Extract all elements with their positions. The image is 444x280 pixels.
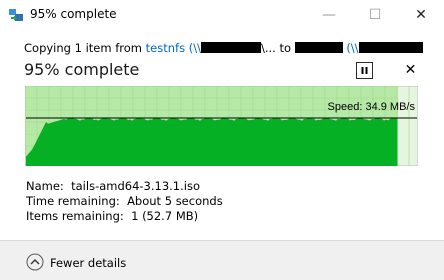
source-link[interactable]: testnfs (\\ [146, 41, 201, 55]
window-title: 95% complete [30, 7, 117, 21]
maximize-button[interactable]: ☐ [352, 0, 398, 30]
speed-area [26, 117, 398, 166]
redacted-block [358, 42, 423, 53]
copy-icon [9, 9, 23, 21]
time-remaining-label: Time remaining: [26, 194, 120, 208]
speed-graph: Speed: 34.9 MB/s [25, 86, 418, 166]
destination-link[interactable]: (\\ [346, 41, 358, 55]
source-tail: \... to [260, 41, 295, 55]
redacted-block [200, 42, 261, 53]
items-remaining-value: 1 (52.7 MB) [131, 209, 199, 223]
cancel-button[interactable]: ✕ [402, 62, 419, 79]
copy-prefix: Copying 1 item from [24, 41, 146, 55]
copy-description: Copying 1 item from testnfs (\\ \... to (… [24, 41, 423, 55]
pause-button[interactable] [356, 62, 373, 79]
name-value: tails-amd64-3.13.1.iso [71, 179, 201, 193]
fewer-details-link[interactable]: Fewer details [50, 256, 126, 270]
redacted-block [294, 42, 343, 53]
progress-heading: 95% complete [24, 60, 140, 79]
time-remaining-value: About 5 seconds [127, 194, 223, 208]
speed-label: Speed: 34.9 MB/s [328, 101, 416, 113]
minimize-button[interactable]: — [306, 0, 352, 30]
chevron-up-icon[interactable] [26, 253, 44, 271]
close-button[interactable]: ✕ [398, 0, 444, 30]
details-panel: Name: tails-amd64-3.13.1.iso Time remain… [26, 179, 223, 224]
title-bar: 95% complete — ☐ ✕ [0, 0, 444, 30]
name-label: Name: [26, 179, 64, 193]
pause-icon [361, 67, 368, 74]
items-remaining-label: Items remaining: [26, 209, 124, 223]
